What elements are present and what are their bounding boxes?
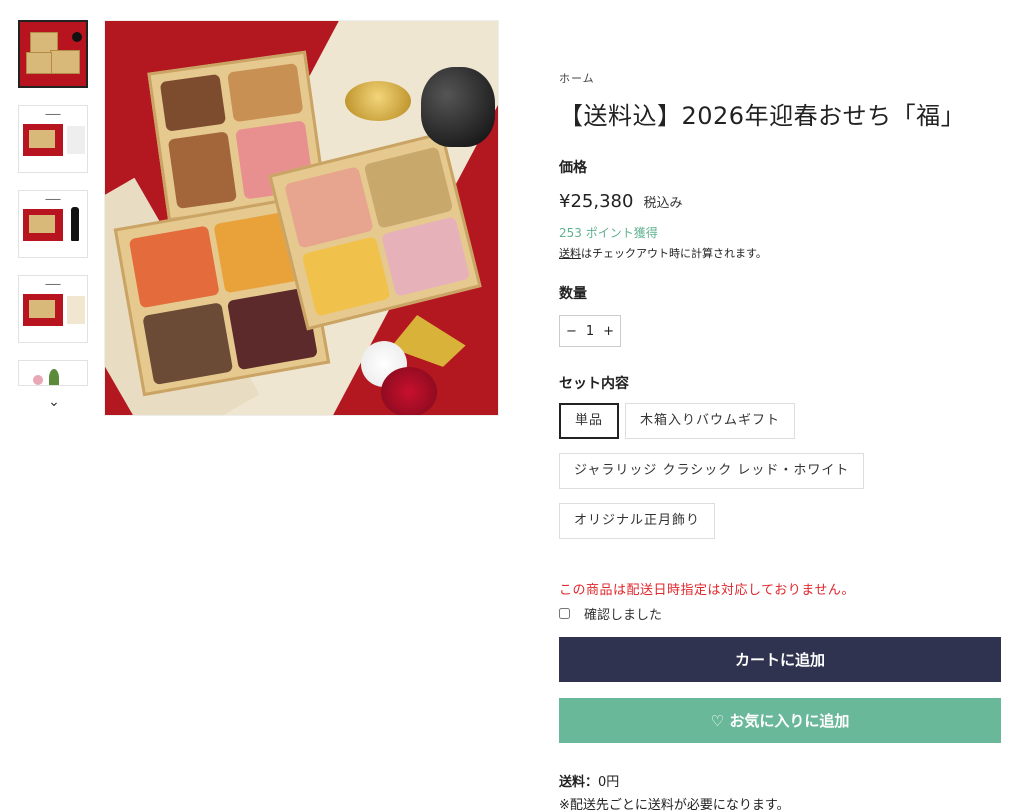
thumbnail-caption: ━━━━━ <box>45 197 61 203</box>
food-cell <box>128 225 220 309</box>
thumbnail-side-image <box>67 296 85 324</box>
tax-note: 税込み <box>643 196 683 211</box>
option-single[interactable]: 単品 <box>559 403 620 439</box>
food-cell <box>142 302 234 386</box>
quantity-value[interactable]: 1 <box>586 324 594 339</box>
thumbnail-image <box>23 294 63 326</box>
price-label: 価格 <box>559 160 587 176</box>
thumbnail-bottle <box>71 207 79 241</box>
thumbnail-caption: ━━━━━ <box>45 112 61 118</box>
confirm-checkbox-row[interactable]: 確認しました <box>559 604 1001 623</box>
add-to-cart-button[interactable]: カートに追加 <box>559 637 1001 682</box>
red-flower-ornament <box>381 367 437 415</box>
thumbnail-side-image <box>67 126 85 154</box>
option-baum-gift[interactable]: 木箱入りバウムギフト <box>625 403 796 439</box>
shipping-fee-label: 送料： <box>559 775 599 790</box>
thumbnail-3[interactable]: ━━━━━ <box>18 190 88 258</box>
thumbnail-jubako-2 <box>50 50 80 74</box>
quantity-label: 数量 <box>559 286 587 302</box>
delivery-warning: この商品は配送日時指定は対応しておりません。 <box>559 583 855 598</box>
thumbnail-2[interactable]: ━━━━━ <box>18 105 88 173</box>
food-cell <box>167 131 237 209</box>
plus-button[interactable]: + <box>603 324 614 339</box>
thumbnail-image <box>23 124 63 156</box>
price: ¥25,380 <box>559 191 634 212</box>
thumbnail-image <box>23 209 63 241</box>
thumbnail-list: ━━━━━ ━━━━━ ━━━━━ ⌄ <box>18 20 90 410</box>
product-title: 【送料込】2026年迎春おせち「福」 <box>559 102 966 130</box>
shipping-fee: 送料：0円 <box>559 771 1001 790</box>
thumbnail-5[interactable] <box>18 360 88 386</box>
thumbnail-4[interactable]: ━━━━━ <box>18 275 88 343</box>
confirm-checkbox[interactable] <box>559 608 570 619</box>
price-row: ¥25,380 税込み <box>559 191 1001 212</box>
product-main-image[interactable] <box>104 20 499 416</box>
food-cell <box>381 216 471 297</box>
points-earned: 253 ポイント獲得 <box>559 226 658 240</box>
food-cell <box>227 63 304 123</box>
thumbnail-pot <box>72 32 82 42</box>
shipping-link[interactable]: 送料 <box>559 247 581 260</box>
minus-button[interactable]: − <box>566 324 577 339</box>
shipping-calc-note: 送料はチェックアウト時に計算されます。 <box>559 245 1001 261</box>
black-teapot <box>421 67 495 147</box>
quantity-stepper: − 1 + <box>559 315 621 347</box>
thumbnail-caption: ━━━━━ <box>45 282 61 288</box>
food-cell <box>284 166 374 249</box>
thumbnail-1[interactable] <box>18 20 88 88</box>
chevron-down-icon[interactable]: ⌄ <box>18 394 90 410</box>
food-cell <box>363 146 454 229</box>
set-label: セット内容 <box>559 376 629 392</box>
confirm-label: 確認しました <box>584 608 663 623</box>
breadcrumb[interactable]: ホーム <box>559 70 1001 86</box>
gold-sake-cup <box>345 81 411 121</box>
shipping-fee-note: ※配送先ごとに送料が必要になります。 <box>559 798 790 811</box>
food-cell <box>301 236 391 317</box>
set-options: 単品 木箱入りバウムギフト ジャラリッジ クラシック レッド・ホワイト オリジナ… <box>559 403 889 553</box>
thumbnail-ornament <box>33 375 43 385</box>
shipping-fee-value: 0円 <box>598 775 620 790</box>
product-info: ホーム 【送料込】2026年迎春おせち「福」 価格 ¥25,380 税込み 25… <box>559 70 1001 811</box>
option-jara-ridge[interactable]: ジャラリッジ クラシック レッド・ホワイト <box>559 453 865 489</box>
thumbnail-jubako-3 <box>26 52 52 74</box>
food-cell <box>159 73 227 132</box>
option-new-year-decoration[interactable]: オリジナル正月飾り <box>559 503 716 539</box>
add-to-favorites-button[interactable]: ♡ お気に入りに追加 <box>559 698 1001 743</box>
shipping-note-text: はチェックアウト時に計算されます。 <box>581 247 767 260</box>
thumbnail-plant <box>49 369 59 385</box>
